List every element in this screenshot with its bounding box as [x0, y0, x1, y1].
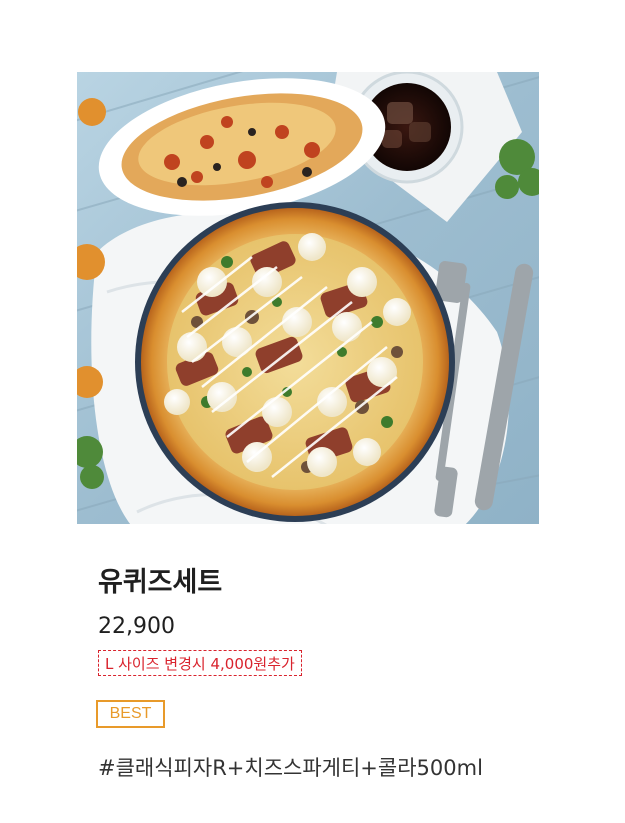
- size-upgrade-notice: L 사이즈 변경시 4,000원추가: [98, 650, 302, 676]
- product-name[interactable]: 유퀴즈세트: [98, 560, 222, 599]
- product-price: 22,900: [98, 614, 175, 639]
- product-image[interactable]: [77, 72, 539, 524]
- product-description-tags: #클래식피자R+치즈스파게티+콜라500ml: [98, 756, 483, 780]
- pizza-set-photo: [77, 72, 539, 524]
- best-badge: BEST: [96, 700, 165, 728]
- product-card[interactable]: 유퀴즈세트 22,900 L 사이즈 변경시 4,000원추가 BEST #클래…: [0, 0, 625, 823]
